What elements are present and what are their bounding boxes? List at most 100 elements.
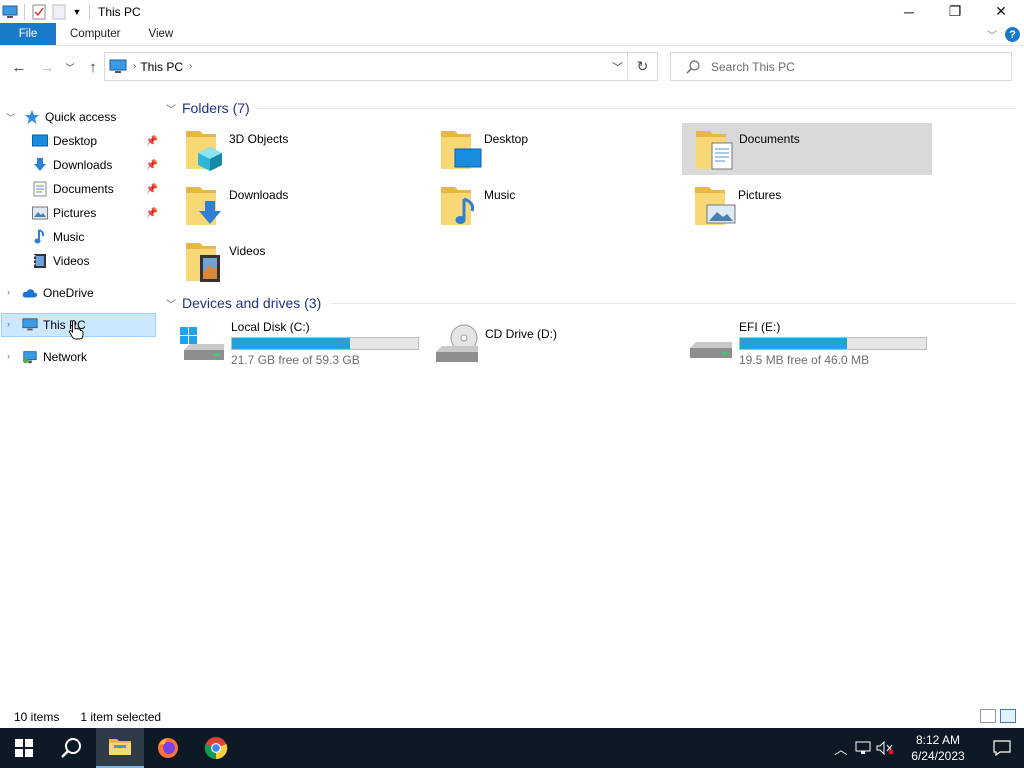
chrome-icon <box>204 737 228 760</box>
collapse-group-chevron-icon[interactable]: ﹀ <box>166 101 176 116</box>
minimize-button[interactable]: ─ <box>886 0 932 23</box>
taskbar-chrome[interactable] <box>192 728 240 768</box>
documents-icon <box>32 181 48 197</box>
drive-free-space: 21.7 GB free of 59.3 GB <box>231 353 360 367</box>
nav-item-onedrive[interactable]: › OneDrive <box>0 282 157 304</box>
nav-item-quick-access[interactable]: ﹀ Quick access <box>0 106 157 128</box>
status-bar: 10 items 1 item selected <box>0 706 1024 728</box>
folders-group-header[interactable]: ﹀ Folders (7) <box>166 99 250 117</box>
quick-access-toolbar: ▼ <box>0 0 94 23</box>
taskbar-firefox[interactable] <box>144 728 192 768</box>
collapse-group-chevron-icon[interactable]: ﹀ <box>166 296 176 311</box>
navigation-pane: ﹀ Quick access Desktop 📌 Downloads 📌 Doc… <box>0 100 158 700</box>
windows-drive-icon <box>180 327 224 360</box>
large-icons-view-button[interactable] <box>1000 709 1016 723</box>
nav-item-desktop[interactable]: Desktop 📌 <box>32 130 158 152</box>
breadcrumb-this-pc[interactable]: This PC <box>140 60 183 74</box>
nav-item-pictures[interactable]: Pictures 📌 <box>32 202 158 224</box>
folder-label: Documents <box>739 132 800 146</box>
expand-arrow-icon[interactable]: › <box>7 319 17 329</box>
clock-time: 8:12 AM <box>915 733 961 747</box>
back-button[interactable]: ← <box>8 56 30 78</box>
taskbar-file-explorer[interactable] <box>96 728 144 768</box>
properties-icon[interactable] <box>29 0 49 23</box>
tab-file[interactable]: File <box>0 23 56 45</box>
nav-item-music[interactable]: Music <box>32 226 156 248</box>
recent-locations-button[interactable]: ﹀ <box>62 56 78 78</box>
folder-tile-documents[interactable]: Documents <box>682 123 932 175</box>
search-icon <box>686 59 700 73</box>
folder-label: Pictures <box>738 188 782 202</box>
folder-tile-downloads[interactable]: Downloads <box>180 179 430 231</box>
drive-label: CD Drive (D:) <box>485 327 557 341</box>
nav-label: Pictures <box>53 206 97 220</box>
nav-label: Music <box>53 230 85 244</box>
drive-tile-c[interactable]: Local Disk (C:) 21.7 GB free of 59.3 GB <box>180 320 430 372</box>
documents-folder-icon <box>696 131 733 170</box>
expand-arrow-icon[interactable]: › <box>7 287 17 297</box>
nav-item-videos[interactable]: Videos <box>32 250 156 272</box>
network-status-icon[interactable] <box>852 741 874 755</box>
toolbar-divider <box>89 3 90 20</box>
tab-view[interactable]: View <box>135 23 188 45</box>
nav-item-network[interactable]: › Network <box>0 346 157 368</box>
close-button[interactable]: ✕ <box>978 0 1024 23</box>
drive-tile-d[interactable]: CD Drive (D:) <box>434 320 684 372</box>
folder-tile-music[interactable]: Music <box>435 179 685 231</box>
tab-computer[interactable]: Computer <box>56 23 135 45</box>
expand-arrow-icon[interactable]: › <box>7 351 17 361</box>
drives-group-header[interactable]: ﹀ Devices and drives (3) <box>166 294 321 312</box>
clock-date: 6/24/2023 <box>911 749 965 763</box>
pin-icon[interactable]: 📌 <box>146 160 158 171</box>
new-folder-icon[interactable] <box>49 0 69 23</box>
drive-tile-e[interactable]: EFI (E:) 19.5 MB free of 46.0 MB <box>688 320 938 372</box>
search-input[interactable]: Search This PC <box>711 60 795 74</box>
folder-tile-videos[interactable]: Videos <box>180 235 430 287</box>
customize-toolbar-chevron-icon[interactable]: ▼ <box>69 0 85 23</box>
title-bar: ▼ This PC ─ ❐ ✕ <box>0 0 1024 23</box>
help-button[interactable]: ? <box>1005 27 1020 42</box>
taskbar-search-button[interactable] <box>48 728 96 768</box>
volume-muted-icon[interactable] <box>874 741 896 755</box>
expand-ribbon-chevron-icon[interactable]: ﹀ <box>987 27 997 42</box>
computer-icon[interactable] <box>0 0 20 23</box>
search-box[interactable]: Search This PC <box>670 52 1012 81</box>
chevron-down-icon: ﹀ <box>65 62 75 73</box>
breadcrumb-separator-icon[interactable]: › <box>133 61 136 72</box>
drive-usage-fill <box>232 338 350 349</box>
cd-drive-icon <box>436 324 478 362</box>
nav-label: Videos <box>53 254 90 268</box>
nav-label: Desktop <box>53 134 98 148</box>
folder-label: Desktop <box>484 132 529 146</box>
start-button[interactable] <box>0 728 48 768</box>
folder-tile-3d-objects[interactable]: 3D Objects <box>180 123 430 175</box>
nav-item-documents[interactable]: Documents 📌 <box>32 178 158 200</box>
up-button[interactable]: ↑ <box>82 56 104 78</box>
show-hidden-icons-chevron-icon[interactable]: ︿ <box>830 739 852 758</box>
address-bar[interactable]: › This PC › ﹀ ↻ <box>104 52 658 81</box>
toolbar-divider <box>24 3 25 20</box>
forward-button[interactable]: → <box>36 56 58 78</box>
search-icon <box>61 738 81 758</box>
action-center-button[interactable] <box>980 740 1024 756</box>
pin-icon[interactable]: 📌 <box>146 208 158 219</box>
desktop-icon <box>32 133 48 149</box>
drive-label: Local Disk (C:) <box>231 320 310 334</box>
group-divider <box>256 108 1016 109</box>
pin-icon[interactable]: 📌 <box>146 184 158 195</box>
folder-tile-pictures[interactable]: Pictures <box>689 179 939 231</box>
pictures-folder-icon <box>695 187 736 225</box>
clock[interactable]: 8:12 AM 6/24/2023 <box>896 732 980 764</box>
nav-item-downloads[interactable]: Downloads 📌 <box>32 154 158 176</box>
pin-icon[interactable]: 📌 <box>146 136 158 147</box>
videos-folder-icon <box>186 243 220 282</box>
arrow-left-icon: ← <box>11 58 27 76</box>
breadcrumb-separator-icon[interactable]: › <box>189 61 192 72</box>
address-history-chevron-icon[interactable]: ﹀ <box>612 59 623 75</box>
details-view-button[interactable] <box>980 709 996 723</box>
refresh-button[interactable]: ↻ <box>627 53 657 80</box>
expand-arrow-icon[interactable]: ﹀ <box>6 111 16 124</box>
restore-button[interactable]: ❐ <box>932 0 978 23</box>
folder-tile-desktop[interactable]: Desktop <box>435 123 685 175</box>
videos-icon <box>32 253 48 269</box>
